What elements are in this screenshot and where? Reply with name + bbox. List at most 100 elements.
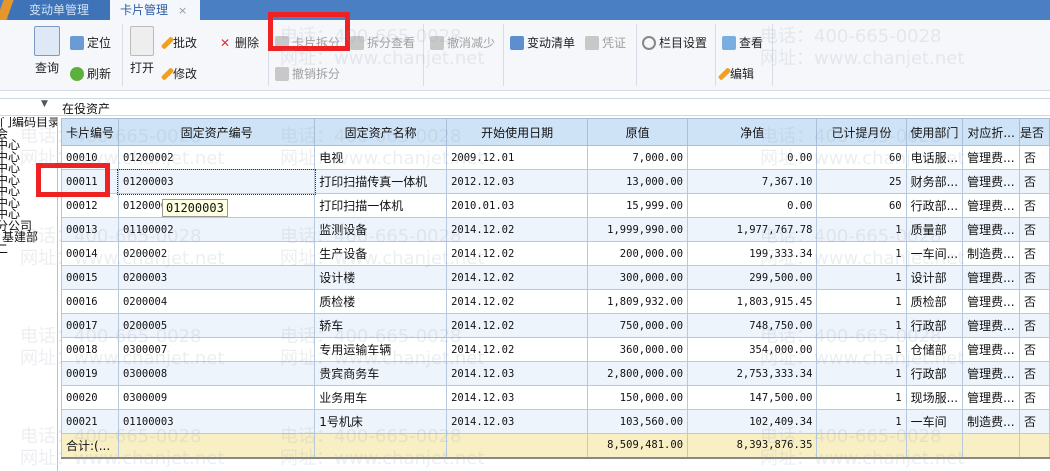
- table-cell[interactable]: 1: [816, 337, 907, 362]
- table-cell[interactable]: 管理费...: [962, 313, 1021, 338]
- table-cell[interactable]: 业务用车: [314, 385, 448, 410]
- table-cell[interactable]: 否: [1019, 217, 1050, 242]
- table-cell[interactable]: 管理费...: [962, 385, 1021, 410]
- table-cell[interactable]: 2009.12.01: [446, 145, 589, 170]
- table-row[interactable]: 00018 0300007 专用运输车辆 2014.12.02 360,000.00 35…: [61, 337, 1050, 362]
- table-cell[interactable]: 01100003: [117, 409, 316, 434]
- table-cell[interactable]: 2014.12.02: [446, 265, 589, 290]
- table-cell[interactable]: 质检部: [905, 289, 964, 314]
- table-cell[interactable]: 00014: [61, 241, 119, 266]
- table-cell[interactable]: 750,000.00: [587, 313, 689, 338]
- table-cell[interactable]: 否: [1019, 361, 1050, 386]
- refresh-button[interactable]: 刷新: [70, 65, 111, 82]
- table-cell[interactable]: 2014.12.03: [446, 385, 589, 410]
- table-cell[interactable]: 200,000.00: [587, 241, 689, 266]
- table-row[interactable]: 00015 0200003 设计楼 2014.12.02 300,000.00 299,5…: [61, 265, 1050, 290]
- table-cell[interactable]: 财务部...: [905, 169, 964, 194]
- table-cell[interactable]: 0300008: [117, 361, 316, 386]
- table-cell[interactable]: 01100002: [117, 217, 316, 242]
- table-cell[interactable]: 设计部: [905, 265, 964, 290]
- table-cell[interactable]: 00013: [61, 217, 119, 242]
- table-cell[interactable]: 0200002: [117, 241, 316, 266]
- table-cell[interactable]: 2014.12.02: [446, 241, 589, 266]
- column-header[interactable]: 是否: [1019, 118, 1050, 146]
- table-cell[interactable]: 360,000.00: [587, 337, 689, 362]
- table-cell[interactable]: 1: [816, 361, 907, 386]
- table-cell[interactable]: 00021: [61, 409, 119, 434]
- table-cell[interactable]: 1: [816, 265, 907, 290]
- table-cell[interactable]: 2010.01.03: [446, 193, 589, 218]
- table-cell[interactable]: 0.00: [687, 193, 818, 218]
- table-cell[interactable]: 电视: [314, 145, 448, 170]
- table-cell[interactable]: 打印扫描传真一体机: [314, 169, 448, 194]
- column-header[interactable]: 对应折...: [962, 118, 1021, 146]
- table-cell[interactable]: 管理费...: [962, 169, 1021, 194]
- table-cell[interactable]: 15,999.00: [587, 193, 689, 218]
- table-cell[interactable]: 25: [816, 169, 907, 194]
- table-cell[interactable]: 2014.12.02: [446, 289, 589, 314]
- table-cell[interactable]: 0300007: [117, 337, 316, 362]
- table-cell[interactable]: 行政部...: [905, 193, 964, 218]
- table-cell[interactable]: 制造费...: [962, 409, 1021, 434]
- split-view-button[interactable]: 拆分查看: [350, 34, 415, 51]
- table-cell[interactable]: 一车间: [905, 409, 964, 434]
- table-cell[interactable]: 1,977,767.78: [687, 217, 818, 242]
- table-row[interactable]: 00017 0200005 轿车 2014.12.02 750,000.00 748,75…: [61, 313, 1050, 338]
- table-cell[interactable]: 否: [1019, 241, 1050, 266]
- table-cell[interactable]: 管理费...: [962, 193, 1021, 218]
- table-cell[interactable]: 设计楼: [314, 265, 448, 290]
- column-header[interactable]: 净值: [687, 118, 818, 146]
- table-cell[interactable]: 制造费...: [962, 241, 1021, 266]
- table-cell[interactable]: 00012: [61, 193, 119, 218]
- table-cell[interactable]: 00020: [61, 385, 119, 410]
- table-cell[interactable]: 7,367.10: [687, 169, 818, 194]
- tab-change-order-management[interactable]: 变动单管理: [8, 0, 110, 20]
- table-cell[interactable]: 管理费...: [962, 217, 1021, 242]
- close-icon[interactable]: ×: [178, 4, 187, 17]
- table-cell[interactable]: 否: [1019, 145, 1050, 170]
- table-cell[interactable]: 生产设备: [314, 241, 448, 266]
- table-cell[interactable]: 否: [1019, 409, 1050, 434]
- column-header[interactable]: 固定资产名称: [314, 118, 448, 146]
- column-header[interactable]: 开始使用日期: [446, 118, 589, 146]
- table-cell[interactable]: 0.00: [687, 145, 818, 170]
- table-cell[interactable]: 现场服...: [905, 385, 964, 410]
- table-cell[interactable]: 否: [1019, 193, 1050, 218]
- table-row[interactable]: 00014 0200002 生产设备 2014.12.02 200,000.00 199,…: [61, 241, 1050, 266]
- table-cell[interactable]: 专用运输车辆: [314, 337, 448, 362]
- table-cell[interactable]: 150,000.00: [587, 385, 689, 410]
- table-row[interactable]: 00021 01100003 1号机床 2014.12.03 103,560.00 102…: [61, 409, 1050, 434]
- table-cell[interactable]: 0200004: [117, 289, 316, 314]
- table-cell[interactable]: 1: [816, 241, 907, 266]
- table-cell[interactable]: 否: [1019, 313, 1050, 338]
- table-cell[interactable]: 748,750.00: [687, 313, 818, 338]
- column-header[interactable]: 卡片编号: [61, 118, 119, 146]
- table-cell[interactable]: 0200003: [117, 265, 316, 290]
- table-cell[interactable]: 103,560.00: [587, 409, 689, 434]
- asset-status-filter[interactable]: 在役资产: [62, 100, 110, 117]
- column-header[interactable]: 使用部门: [905, 118, 964, 146]
- table-cell[interactable]: 01200002: [117, 145, 316, 170]
- table-row[interactable]: 00016 0200004 质检楼 2014.12.02 1,809,932.00 1,8…: [61, 289, 1050, 314]
- table-cell[interactable]: 199,333.34: [687, 241, 818, 266]
- table-cell[interactable]: 否: [1019, 385, 1050, 410]
- column-header[interactable]: 已计提月份: [816, 118, 907, 146]
- table-cell[interactable]: 否: [1019, 337, 1050, 362]
- column-settings-button[interactable]: 栏目设置: [642, 34, 707, 51]
- table-cell[interactable]: 质量部: [905, 217, 964, 242]
- table-cell[interactable]: 1,999,990.00: [587, 217, 689, 242]
- table-cell[interactable]: 1: [816, 217, 907, 242]
- table-cell[interactable]: 监测设备: [314, 217, 448, 242]
- table-cell[interactable]: 0200005: [117, 313, 316, 338]
- open-button[interactable]: 打开: [130, 26, 154, 76]
- table-cell[interactable]: 01200003: [117, 168, 316, 195]
- table-cell[interactable]: 7,000.00: [587, 145, 689, 170]
- table-cell[interactable]: 贵宾商务车: [314, 361, 448, 386]
- table-cell[interactable]: 2014.12.02: [446, 217, 589, 242]
- tree-node[interactable]: 基建部: [2, 231, 57, 244]
- cancel-reduce-button[interactable]: 撤消减少: [430, 34, 495, 51]
- tree-node[interactable]: 二: [0, 243, 57, 256]
- table-cell[interactable]: 300,000.00: [587, 265, 689, 290]
- table-row[interactable]: 00019 0300008 贵宾商务车 2014.12.03 2,800,000.00 2…: [61, 361, 1050, 386]
- column-header[interactable]: 原值: [587, 118, 689, 146]
